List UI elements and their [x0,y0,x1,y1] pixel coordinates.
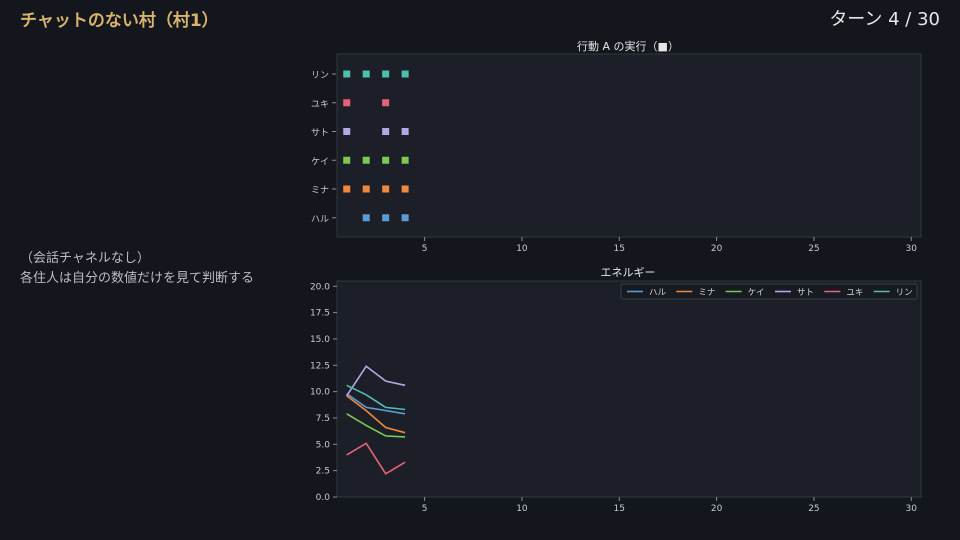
charts-area: 行動 A の実行（■） リンユキサトケイミナハル 5 10 15 20 25 30 エネル… [310,39,922,514]
action-mark-サト [343,128,351,135]
action-mark-ハル [401,214,409,222]
action-mark-ミナ [382,185,390,193]
action-y-label: ユキ [311,100,329,110]
energy-y-tick-label: 20.0 [310,282,330,292]
action-mark-リン [362,70,370,78]
energy-y-tick-label: 2.5 [316,467,330,477]
energy-x-tick-label: 5 [422,504,428,514]
energy-x-tick-label: 10 [516,504,528,514]
action-x-tick-label: 30 [906,244,918,254]
action-chart-x-ticks: 5 10 15 20 25 30 [422,237,918,254]
action-mark-リン [343,70,351,78]
action-y-label: ミナ [311,185,329,196]
action-mark-ハル [362,214,370,222]
action-mark-ユキ [343,99,351,107]
energy-y-tick-label: 10.0 [310,388,330,398]
legend-label: ミナ [698,288,715,298]
energy-chart-y-ticks: 0.0 2.5 5.0 7.5 10.0 12.5 15.0 17.5 20.0 [310,282,337,503]
action-mark-サト [401,128,409,135]
action-x-tick-label: 15 [614,244,625,254]
action-mark-ケイ [343,156,351,164]
legend-label: ハル [649,288,667,298]
energy-y-tick-label: 5.0 [316,440,331,450]
action-chart-title: 行動 A の実行（■） [577,39,679,53]
action-x-tick-label: 20 [711,244,723,254]
legend-label: サト [797,288,814,298]
action-y-label: サト [311,128,329,139]
action-mark-ミナ [362,185,370,193]
energy-y-tick-label: 7.5 [316,414,330,424]
legend-label: ユキ [846,288,863,298]
energy-x-tick-label: 20 [711,504,723,514]
action-y-label: リン [311,71,329,81]
energy-x-tick-label: 15 [614,504,625,514]
energy-chart-title: エネルギー [601,266,656,279]
energy-chart: エネルギー 0.0 2.5 5.0 7.5 10.0 12.5 15.0 17.5 20.0 5… [310,266,922,514]
action-mark-ケイ [382,156,390,164]
energy-x-tick-label: 25 [808,504,819,514]
legend-label: ケイ [748,288,765,298]
action-mark-ケイ [401,156,409,164]
legend-label: リン [896,288,913,298]
action-mark-ハル [382,214,390,222]
action-mark-ケイ [362,156,370,164]
energy-chart-legend: ハル ミナ ケイ サト ユキ リン [620,283,918,300]
action-x-tick-label: 5 [422,244,428,254]
action-mark-ミナ [343,185,351,193]
action-chart-plot-area [336,53,922,238]
action-mark-ユキ [382,99,390,107]
energy-y-tick-label: 0.0 [316,493,331,503]
action-mark-サト [382,128,390,135]
energy-chart-x-ticks: 5 10 15 20 25 30 [422,497,918,514]
energy-y-tick-label: 15.0 [310,335,330,345]
action-y-label: ケイ [311,156,329,167]
action-chart: 行動 A の実行（■） リンユキサトケイミナハル 5 10 15 20 25 30 [311,39,922,254]
energy-chart-plot-area [336,280,922,498]
action-chart-y-labels: リンユキサトケイミナハル [311,71,336,225]
energy-x-tick-label: 30 [906,504,918,514]
energy-y-tick-label: 17.5 [310,309,330,319]
energy-y-tick-label: 12.5 [310,361,330,371]
action-x-tick-label: 25 [808,244,819,254]
action-y-label: ハル [311,215,329,225]
action-x-tick-label: 10 [516,244,528,254]
action-mark-リン [382,70,390,78]
action-mark-ミナ [401,185,409,193]
action-mark-リン [401,70,409,78]
